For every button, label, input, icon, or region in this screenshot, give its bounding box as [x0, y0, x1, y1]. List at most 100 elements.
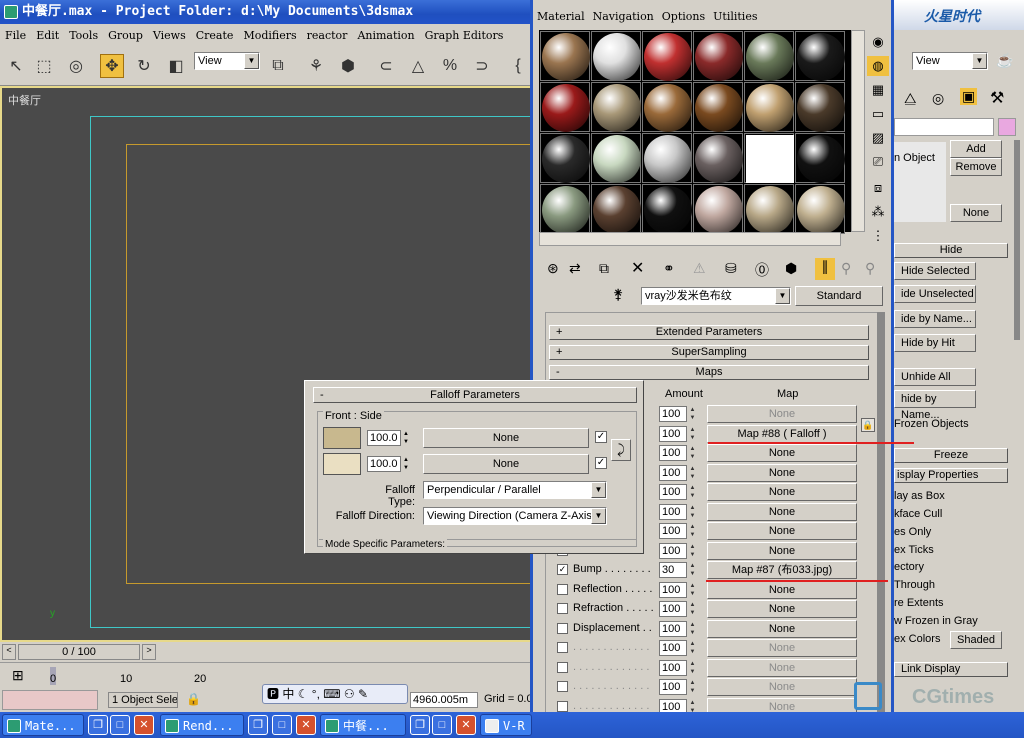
map-amount-field[interactable]: 100 — [659, 464, 687, 481]
task-close-icon[interactable]: ✕ — [134, 715, 154, 735]
hierarchy-tab-icon[interactable]: ⧋ — [904, 90, 917, 107]
unhide-by-name-button[interactable]: hide by Name... — [894, 390, 976, 421]
background-icon[interactable]: ▦ — [867, 80, 889, 100]
go-forward-sibling-icon[interactable]: ⚲ — [865, 260, 875, 277]
material-sample-slot[interactable] — [693, 82, 743, 132]
front-map-checkbox[interactable]: ✓ — [595, 431, 607, 443]
task-close-icon[interactable]: ✕ — [456, 715, 476, 735]
link-display-rollup[interactable]: Link Display — [894, 662, 1008, 677]
reset-map-icon[interactable]: ✕ — [631, 258, 644, 278]
map-amount-spinner[interactable]: ▲▼ — [688, 679, 697, 695]
map-slot-button[interactable]: None — [707, 405, 857, 423]
front-amount-field[interactable]: 100.0 — [367, 430, 401, 446]
time-slider-thumb[interactable]: 0 / 100 — [18, 644, 140, 660]
front-color-swatch[interactable] — [323, 427, 361, 449]
material-sample-slot[interactable] — [744, 133, 794, 183]
make-unique-icon[interactable]: ⚠ — [693, 260, 706, 277]
lock-icon[interactable]: 🔒 — [186, 692, 201, 706]
vertex-ticks-checkbox[interactable]: ex Ticks — [894, 544, 934, 556]
map-enable-checkbox[interactable] — [557, 642, 568, 653]
material-sample-slot[interactable] — [744, 31, 794, 81]
material-sample-slot[interactable] — [591, 31, 641, 81]
task-restore-icon[interactable]: ❐ — [88, 715, 108, 735]
sample-type-icon[interactable]: ◉ — [867, 32, 889, 52]
map-amount-spinner[interactable]: ▲▼ — [688, 543, 697, 559]
shaded-button[interactable]: Shaded — [950, 631, 1002, 649]
material-sample-slot[interactable] — [693, 31, 743, 81]
map-slot-button[interactable]: Map #87 (布033.jpg) — [707, 561, 857, 579]
task-maximize-icon[interactable]: □ — [110, 715, 130, 735]
options-icon[interactable]: ⧈ — [867, 178, 889, 198]
show-frozen-in-gray-checkbox[interactable]: w Frozen in Gray — [894, 615, 978, 627]
material-sample-slot[interactable] — [693, 184, 743, 234]
material-sample-slot[interactable] — [795, 31, 845, 81]
material-sample-slot[interactable] — [795, 82, 845, 132]
task-vray[interactable]: V-R — [480, 714, 532, 736]
map-slot-button[interactable]: None — [707, 502, 857, 521]
spinner-snap-icon[interactable]: ⊃ — [470, 54, 494, 78]
hide-by-hit-button[interactable]: Hide by Hit — [894, 334, 976, 352]
map-enable-checkbox[interactable] — [557, 622, 568, 634]
map-amount-spinner[interactable]: ▲▼ — [688, 562, 697, 578]
material-sample-slot[interactable] — [744, 82, 794, 132]
front-amount-spinner[interactable]: ▲ ▼ — [403, 430, 409, 446]
map-amount-spinner[interactable]: ▲▼ — [688, 621, 697, 637]
front-map-button[interactable]: None — [423, 428, 589, 448]
pick-material-icon[interactable]: ⚵ — [613, 286, 623, 303]
ignore-extents-checkbox[interactable]: re Extents — [894, 597, 944, 609]
material-type-button[interactable]: Standard — [795, 286, 883, 306]
scale-icon[interactable]: ◧ — [164, 54, 188, 78]
map-slot-button[interactable]: None — [707, 580, 857, 599]
ime-toolbar[interactable]: 🅿 中 ☾ °, ⌨ ⚇ ✎ — [262, 684, 408, 704]
material-sample-slot[interactable] — [591, 82, 641, 132]
material-sample-slot[interactable] — [744, 184, 794, 234]
select-icon[interactable]: ↖ — [4, 54, 28, 78]
select-manipulate-icon[interactable]: ⚘ — [304, 54, 328, 78]
side-amount-spinner[interactable]: ▲ ▼ — [403, 456, 409, 472]
map-amount-spinner[interactable]: ▲▼ — [688, 484, 697, 500]
side-amount-field[interactable]: 100.0 — [367, 456, 401, 472]
map-slot-button[interactable]: None — [707, 600, 857, 618]
task-close-icon[interactable]: ✕ — [296, 715, 316, 735]
map-slot-button[interactable]: None — [707, 463, 857, 482]
hide-selected-button[interactable]: Hide Selected — [894, 262, 976, 280]
map-slot-button[interactable]: None — [707, 522, 857, 540]
task-render[interactable]: Rend... — [160, 714, 244, 736]
hide-by-name-button[interactable]: ide by Name... — [894, 310, 976, 328]
select-by-material-icon[interactable]: ⁂ — [867, 202, 889, 222]
menu-group[interactable]: Group — [103, 26, 148, 46]
menu-views[interactable]: Views — [148, 26, 191, 46]
swap-colors-icon[interactable]: ⤸ — [611, 439, 631, 461]
map-amount-field[interactable]: 100 — [659, 679, 687, 695]
material-sample-slot[interactable] — [642, 31, 692, 81]
menu-animation[interactable]: Animation — [352, 26, 419, 46]
map-enable-checkbox[interactable] — [557, 603, 568, 614]
material-sample-slot[interactable] — [642, 82, 692, 132]
chevron-right-icon[interactable]: > — [142, 644, 156, 660]
map-amount-field[interactable]: 30 — [659, 562, 687, 578]
utilities-tab-icon[interactable]: ⚒ — [990, 88, 1004, 108]
map-enable-checkbox[interactable] — [557, 700, 568, 712]
map-amount-field[interactable]: 100 — [659, 406, 687, 422]
map-amount-spinner[interactable]: ▲▼ — [688, 601, 697, 617]
named-selection-icon[interactable]: { — [506, 54, 530, 78]
menu-modifiers[interactable]: Modifiers — [238, 26, 301, 46]
menu-utilities[interactable]: Utilities — [709, 8, 761, 26]
map-slot-button[interactable]: None — [707, 678, 857, 696]
map-amount-spinner[interactable]: ▲▼ — [688, 660, 697, 676]
map-amount-field[interactable]: 100 — [659, 601, 687, 617]
material-sample-slot[interactable] — [540, 133, 590, 183]
map-amount-spinner[interactable]: ▲▼ — [688, 426, 697, 442]
material-effects-channel-icon[interactable]: ⓪ — [755, 260, 769, 280]
map-enable-checkbox[interactable] — [557, 583, 568, 595]
see-through-checkbox[interactable]: Through — [894, 579, 935, 591]
task-restore-icon[interactable]: ❐ — [248, 715, 268, 735]
task-maximize-icon[interactable]: □ — [432, 715, 452, 735]
map-amount-field[interactable]: 100 — [659, 542, 687, 559]
track-bar-icon[interactable]: ⊞ — [12, 667, 24, 684]
coord-z-field[interactable]: 4960.005m — [410, 692, 478, 708]
task-restore-icon[interactable]: ❐ — [410, 715, 430, 735]
menu-options[interactable]: Options — [658, 8, 709, 26]
falloff-type-dropdown[interactable]: Perpendicular / Parallel ▼ — [423, 481, 607, 499]
menu-tools[interactable]: Tools — [64, 26, 103, 46]
